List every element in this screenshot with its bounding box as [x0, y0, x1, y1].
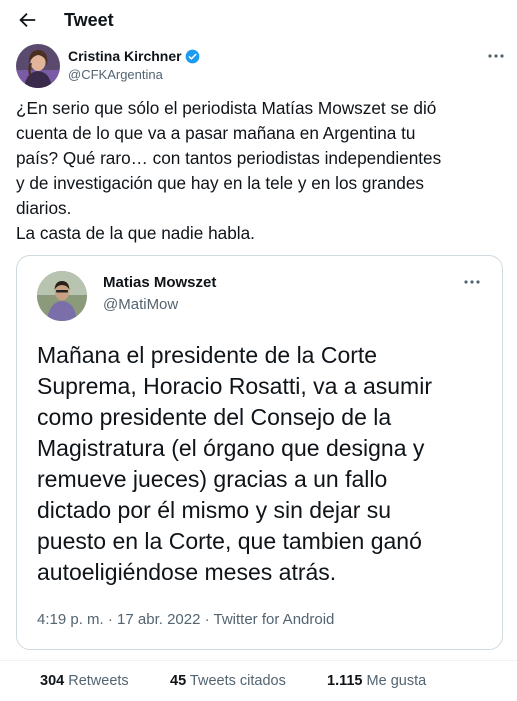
retweets-label: Retweets [68, 673, 129, 689]
retweets-stat[interactable]: 304 Retweets [40, 673, 129, 689]
quoted-text-line: Suprema, Horacio Rosatti, va a asumir [37, 373, 432, 399]
quote-tweets-stat[interactable]: 45 Tweets citados [170, 673, 286, 689]
tweet-text-line: y de investigación que hay en la tele y … [16, 173, 424, 193]
author-handle[interactable]: @CFKArgentina [68, 67, 163, 82]
tweet-text-line: diarios. [16, 198, 72, 218]
quoted-text-line: autoeligiéndose meses atrás. [37, 559, 337, 585]
verified-badge-icon [185, 49, 199, 63]
quoted-text-line: remueve jueces) gracias a un fallo [37, 466, 388, 492]
more-options-icon[interactable] [462, 272, 482, 292]
quotes-count: 45 [170, 673, 187, 689]
quoted-tweet-text: Mañana el presidente de la Corte Suprema… [37, 340, 492, 588]
header-bar: Tweet [0, 0, 517, 42]
quoted-tweet-card[interactable]: Matias Mowszet @MatiMow Mañana el presid… [16, 255, 503, 650]
tweet-author: Cristina Kirchner @CFKArgentina [16, 44, 506, 90]
quoted-author-name[interactable]: Matias Mowszet [103, 274, 216, 291]
quoted-avatar[interactable] [37, 271, 87, 321]
engagement-stats: 304 Retweets 45 Tweets citados 1.115 Me … [0, 660, 517, 701]
tweet-text: ¿En serio que sólo el periodista Matías … [16, 96, 506, 246]
quoted-tweet-timestamp[interactable]: 4:19 p. m. · 17 abr. 2022 · Twitter for … [37, 611, 334, 628]
quoted-text-line: como presidente del Consejo de la [37, 404, 392, 430]
author-name[interactable]: Cristina Kirchner [68, 48, 200, 64]
quotes-label: Tweets citados [189, 673, 286, 689]
page-title: Tweet [64, 10, 114, 30]
quoted-text-line: Magistratura (el órgano que designa y [37, 435, 425, 461]
avatar[interactable] [16, 44, 60, 88]
retweets-count: 304 [40, 673, 65, 689]
more-options-icon[interactable] [486, 46, 506, 66]
author-name-text: Cristina Kirchner [68, 48, 182, 64]
quoted-text-line: puesto en la Corte, que tambien ganó [37, 528, 422, 554]
arrow-left-icon[interactable] [16, 9, 38, 31]
likes-stat[interactable]: 1.115 Me gusta [327, 673, 426, 689]
quoted-author-handle[interactable]: @MatiMow [103, 296, 178, 313]
tweet-text-line: país? Qué raro… con tantos periodistas i… [16, 148, 442, 168]
tweet-text-line: cuenta de lo que va a pasar mañana en Ar… [16, 123, 416, 143]
likes-count: 1.115 [327, 673, 363, 689]
quoted-text-line: Mañana el presidente de la Corte [37, 342, 378, 368]
likes-label: Me gusta [366, 673, 427, 689]
tweet-text-line: ¿En serio que sólo el periodista Matías … [16, 98, 437, 118]
quoted-text-line: dictado por él mismo y sin dejar su [37, 497, 392, 523]
tweet-text-line: La casta de la que nadie habla. [16, 223, 255, 243]
